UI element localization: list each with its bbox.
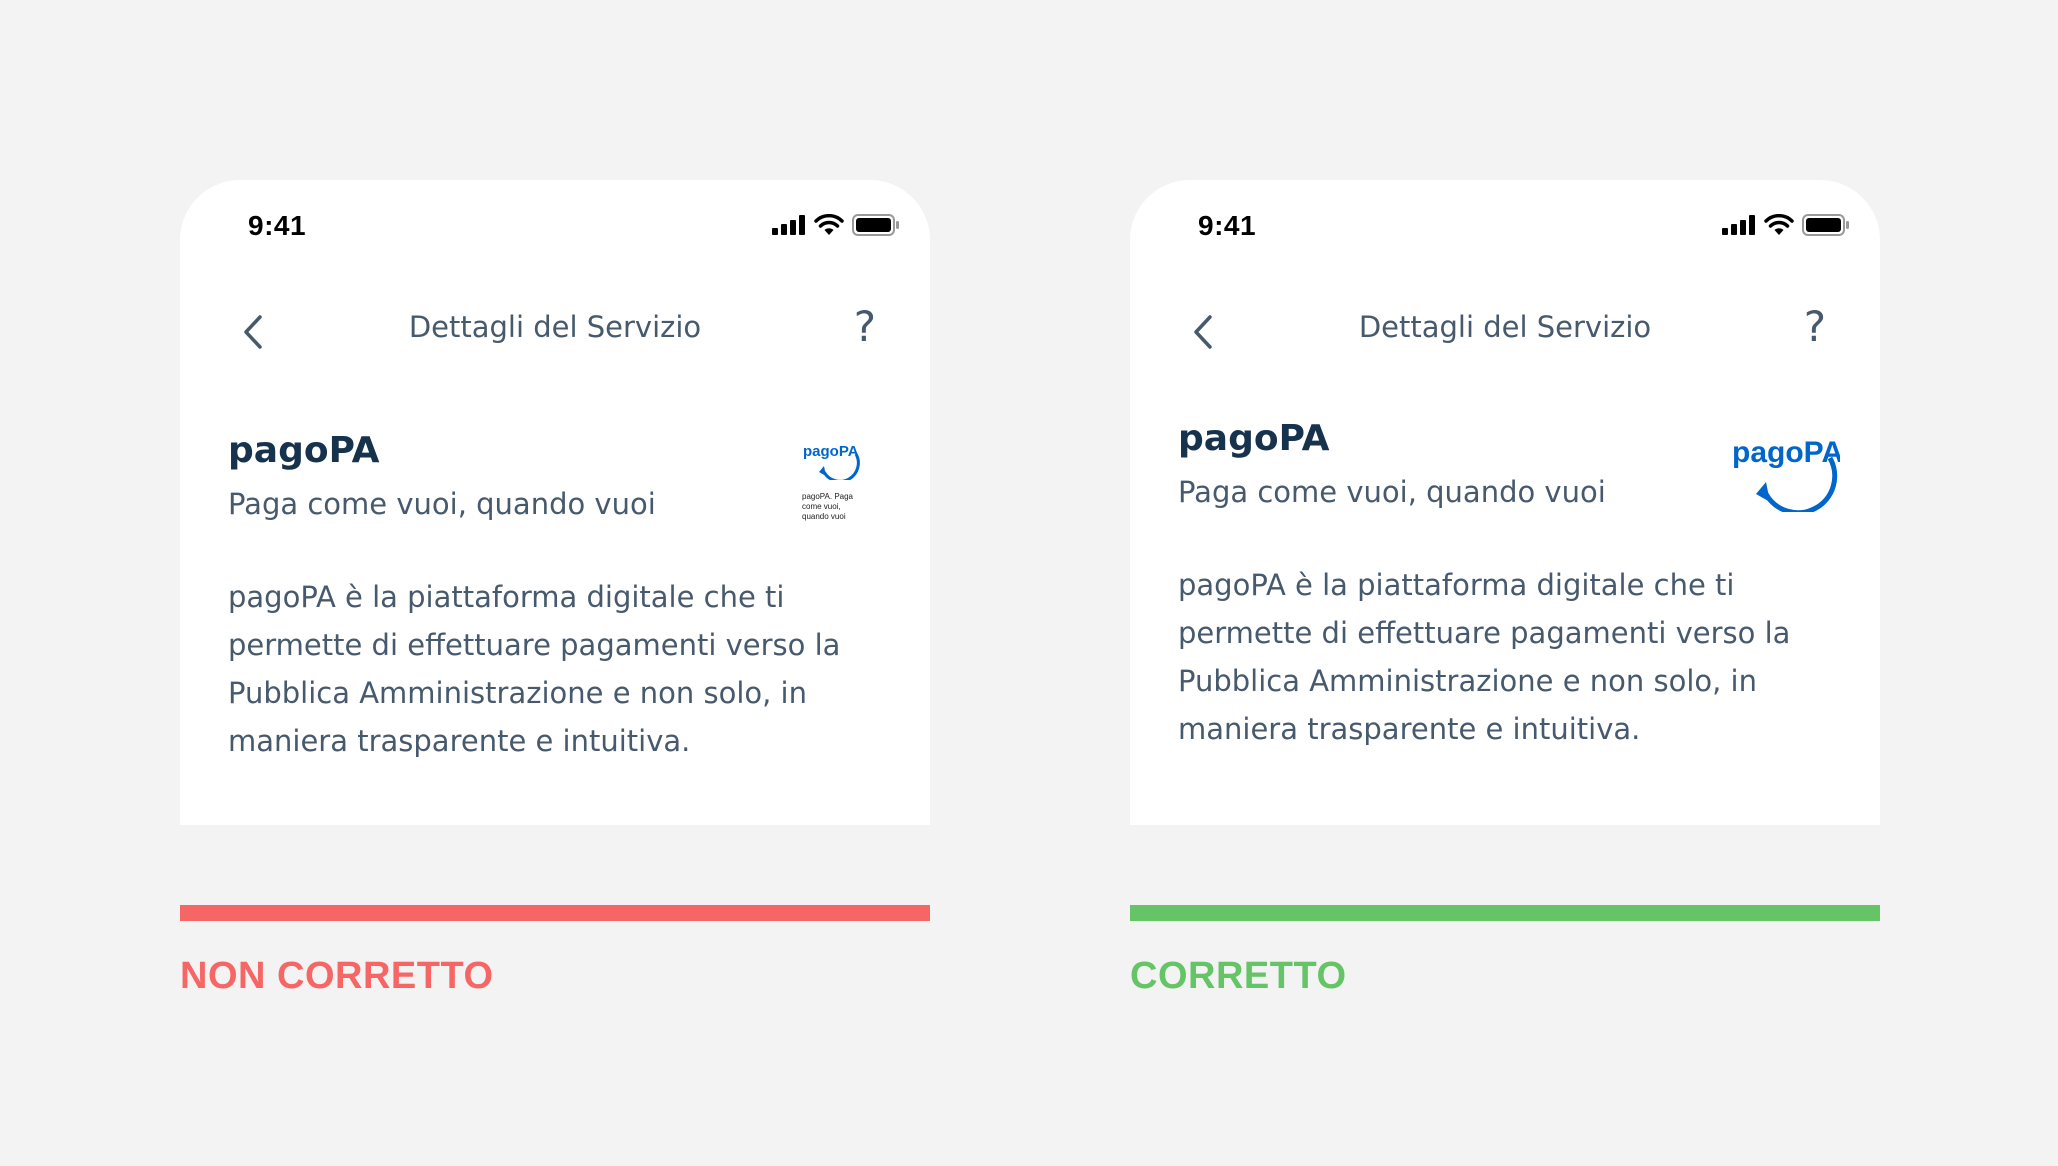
pagopa-logo-mark: pagoPA [803, 443, 860, 483]
cellular-signal-icon [772, 215, 805, 235]
wifi-icon [1764, 214, 1794, 235]
service-logo-large: pagoPA [1732, 436, 1840, 512]
status-time: 9:41 [1198, 210, 1257, 241]
service-description: pagoPA è la piattaforma digitale che ti … [1178, 568, 1791, 746]
navigation-bar: Dettagli del Servizio ? [180, 290, 930, 370]
service-tagline: Paga come vuoi, quando vuoi [228, 487, 656, 521]
example-correct: 9:41 Dettagli del Servizio ? pagoPA Paga… [1130, 180, 1880, 998]
example-incorrect: 9:41 Dettagli del Servizio ? pagoPA Paga… [180, 180, 930, 998]
status-bar: 9:41 [180, 180, 930, 270]
cellular-signal-icon [1722, 215, 1755, 235]
status-icons [1722, 214, 1850, 236]
phone-screen: 9:41 Dettagli del Servizio ? pagoPA Paga… [180, 180, 930, 825]
question-mark-icon[interactable]: ? [1804, 302, 1826, 351]
logo-text: pagoPA [1732, 436, 1840, 469]
status-icons [772, 214, 900, 236]
verdict-label: NON CORRETTO [180, 955, 494, 997]
battery-icon [1802, 214, 1849, 236]
navigation-title: Dettagli del Servizio [408, 310, 702, 344]
battery-icon [852, 214, 899, 236]
service-logo-small: pagoPA pagoPA. Paga come vuoi, quando vu… [802, 442, 868, 522]
logo-text: pagoPA [803, 443, 859, 460]
verdict-label: CORRETTO [1130, 955, 1347, 997]
service-name: pagoPA [228, 430, 380, 471]
navigation-bar: Dettagli del Servizio ? [1130, 290, 1880, 370]
question-mark-icon[interactable]: ? [854, 302, 876, 351]
navigation-title: Dettagli del Servizio [1358, 310, 1652, 344]
verdict-bar [180, 905, 930, 921]
service-header: pagoPA Paga come vuoi, quando vuoi pagoP… [228, 430, 882, 765]
logo-caption: pagoPA. Paga come vuoi, quando vuoi [802, 492, 854, 521]
phone-screen: 9:41 Dettagli del Servizio ? pagoPA Paga… [1130, 180, 1880, 825]
status-time: 9:41 [248, 210, 307, 241]
verdict-bar [1130, 905, 1880, 921]
wifi-icon [814, 214, 844, 235]
service-description: pagoPA è la piattaforma digitale che ti … [228, 580, 841, 758]
status-bar: 9:41 [1130, 180, 1880, 270]
